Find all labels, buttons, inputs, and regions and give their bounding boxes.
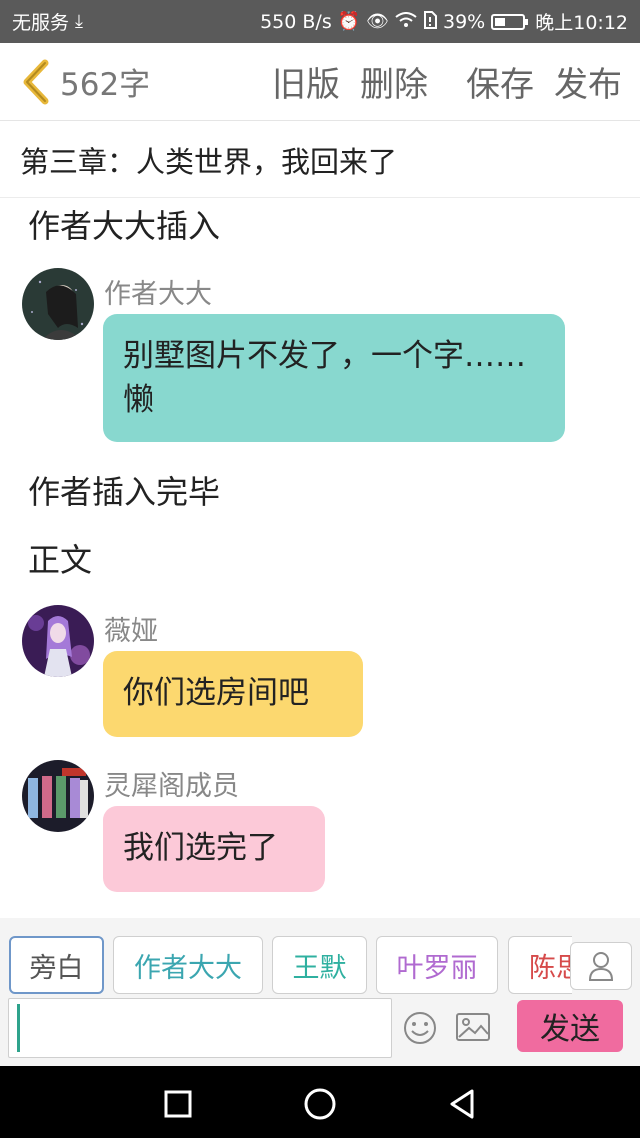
character-tab[interactable]: 作者大大 (113, 936, 263, 994)
back-icon[interactable] (442, 1084, 482, 1124)
avatar (22, 268, 94, 340)
input-bar: 发送 (0, 998, 640, 1066)
sender-name: 薇娅 (104, 616, 158, 647)
message-item[interactable]: 薇娅 你们选房间吧 (22, 605, 582, 739)
message-input[interactable] (8, 998, 392, 1058)
wifi-icon (395, 11, 417, 32)
eye-icon: 👁 (366, 10, 389, 32)
chapter-title[interactable]: 第三章：人类世界，我回来了 (0, 122, 640, 198)
narration-text[interactable]: 正文 (28, 535, 92, 581)
narration-text[interactable]: 作者插入完毕 (28, 467, 220, 513)
save-button[interactable]: 保存 (466, 57, 534, 106)
status-bar: 无服务 ⤓ 550 B/s ⏰ 👁 39% 晚上10:12 (0, 0, 640, 43)
publish-button[interactable]: 发布 (554, 57, 622, 106)
message-text: 你们选房间吧 (123, 675, 309, 711)
chevron-left-icon[interactable] (14, 52, 58, 112)
clock: 晚上10:12 (535, 12, 628, 34)
word-count: 562字 (60, 67, 151, 103)
user-icon[interactable] (570, 942, 632, 990)
download-icon: ⤓ (75, 10, 83, 32)
message-item[interactable]: 灵犀阁成员 我们选完了 (22, 760, 582, 894)
narration-text[interactable]: 作者大大插入 (28, 201, 220, 247)
sender-name: 灵犀阁成员 (104, 771, 239, 802)
send-button[interactable]: 发送 (517, 1000, 623, 1052)
avatar (22, 760, 94, 832)
battery-icon (491, 13, 529, 30)
sim-icon (423, 10, 437, 33)
character-tab[interactable]: 叶罗丽 (376, 936, 498, 994)
character-tab[interactable]: 陈思 (508, 936, 572, 994)
message-text: 我们选完了 (123, 830, 278, 866)
delete-button[interactable]: 删除 (360, 57, 428, 106)
text-cursor (17, 1004, 20, 1052)
character-bar: 旁白 作者大大 王默 叶罗丽 陈思 (0, 918, 640, 998)
alarm-icon: ⏰ (337, 10, 361, 32)
battery-percent: 39% (443, 10, 486, 33)
emoji-icon[interactable] (402, 1010, 438, 1046)
message-item[interactable]: 作者大大 别墅图片不发了，一个字……懒 (22, 268, 582, 444)
old-version-button[interactable]: 旧版 (272, 57, 340, 106)
message-bubble: 我们选完了 (103, 806, 325, 892)
character-scroll[interactable]: 旁白 作者大大 王默 叶罗丽 陈思 (0, 918, 572, 998)
home-icon[interactable] (300, 1084, 340, 1124)
sender-name: 作者大大 (104, 279, 212, 310)
system-nav-bar (0, 1066, 640, 1138)
battery-fill (495, 17, 506, 26)
network-speed: 550 B/s (260, 10, 332, 33)
carrier-text: 无服务 (12, 12, 70, 34)
message-text: 别墅图片不发了，一个字……懒 (123, 338, 526, 418)
avatar (22, 605, 94, 677)
story-content: 作者大大插入 作者大大 别墅图片不发了，一个字……懒 作者插入完毕 正文 薇娅 … (0, 199, 640, 917)
top-nav: 562字 旧版 删除 保存 发布 (0, 43, 640, 121)
image-icon[interactable] (454, 1010, 492, 1046)
message-bubble: 别墅图片不发了，一个字……懒 (103, 314, 565, 442)
character-tab[interactable]: 王默 (272, 936, 367, 994)
recent-apps-icon[interactable] (158, 1084, 198, 1124)
character-tab[interactable]: 旁白 (9, 936, 104, 994)
message-bubble: 你们选房间吧 (103, 651, 363, 737)
